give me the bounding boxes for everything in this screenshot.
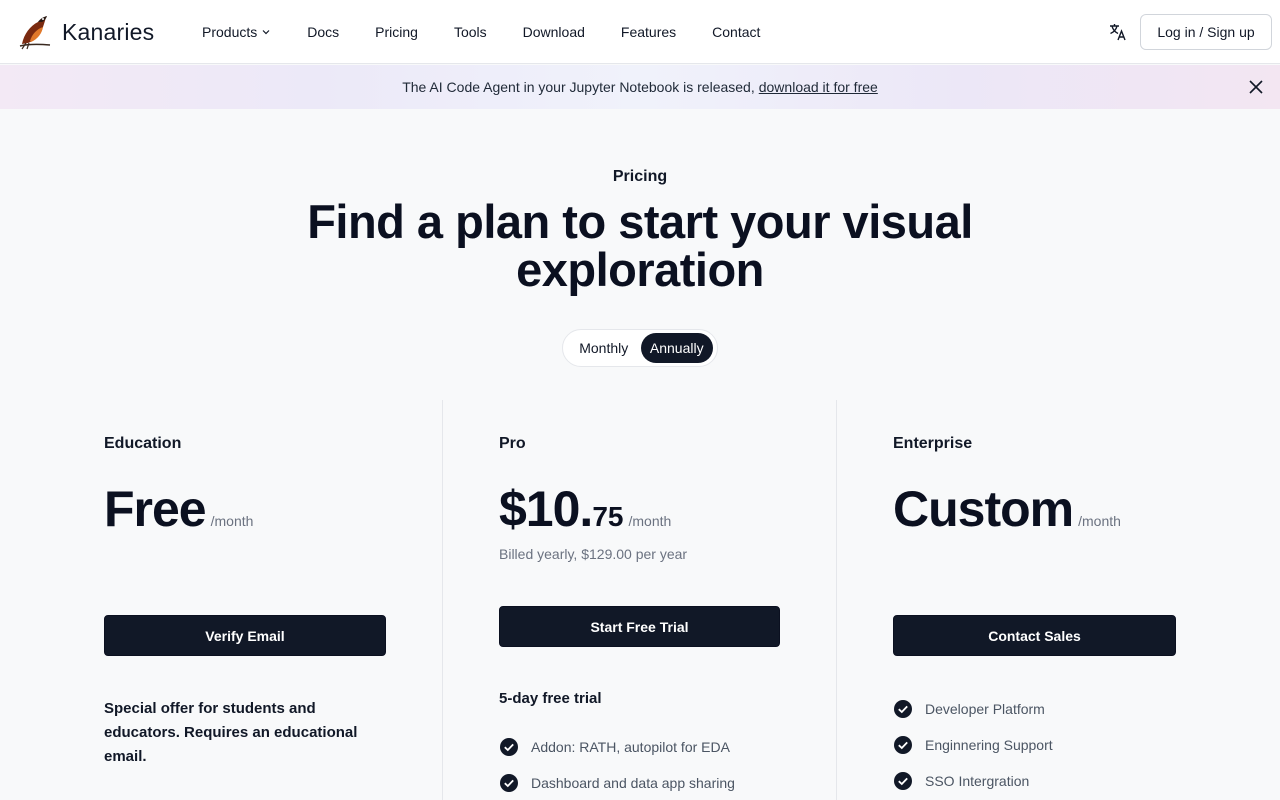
contact-sales-button[interactable]: Contact Sales bbox=[893, 615, 1176, 656]
nav-tools[interactable]: Tools bbox=[436, 0, 505, 64]
verify-email-button[interactable]: Verify Email bbox=[104, 615, 386, 656]
feature-item: Addon: RATH, autopilot for EDA bbox=[499, 729, 735, 765]
plan-description: Special offer for students and educators… bbox=[104, 700, 358, 765]
feature-label: Enginnering Support bbox=[925, 737, 1053, 753]
check-circle-icon bbox=[894, 700, 912, 718]
plan-price: Free /month bbox=[104, 480, 253, 538]
translate-icon bbox=[1110, 24, 1126, 41]
nav-pricing[interactable]: Pricing bbox=[357, 0, 436, 64]
banner-text: The AI Code Agent in your Jupyter Notebo… bbox=[402, 79, 755, 95]
price-amount: Free bbox=[104, 481, 207, 537]
feature-label: SSO Intergration bbox=[925, 773, 1030, 789]
toggle-monthly[interactable]: Monthly bbox=[567, 333, 641, 363]
nav-features[interactable]: Features bbox=[603, 0, 694, 64]
banner-download-link[interactable]: download it for free bbox=[759, 79, 878, 95]
plan-divider bbox=[442, 400, 443, 800]
login-signup-button[interactable]: Log in / Sign up bbox=[1140, 14, 1272, 50]
announcement-banner: The AI Code Agent in your Jupyter Notebo… bbox=[0, 65, 1280, 109]
feature-item: Developer Platform bbox=[893, 691, 1053, 727]
check-circle-icon bbox=[894, 736, 912, 754]
feature-item: Enginnering Support bbox=[893, 727, 1053, 763]
feature-label: Dashboard and data app sharing bbox=[531, 775, 735, 791]
feature-list: Addon: RATH, autopilot for EDA Dashboard… bbox=[499, 729, 735, 800]
price-amount: $10. bbox=[499, 481, 593, 537]
price-period: /month bbox=[210, 513, 254, 529]
language-switch-button[interactable] bbox=[1106, 20, 1130, 44]
nav-products-label: Products bbox=[202, 24, 258, 40]
toggle-annually[interactable]: Annually bbox=[640, 333, 713, 363]
brand-name: Kanaries bbox=[62, 18, 155, 45]
main-nav: Products Docs Pricing Tools Download Fea… bbox=[184, 0, 778, 64]
plan-name: Education bbox=[104, 435, 182, 452]
feature-list: Developer Platform Enginnering Support S… bbox=[893, 691, 1053, 799]
check-circle-icon bbox=[894, 772, 912, 790]
plan-card-pro: Pro $10. 75 /month Billed yearly, $129.0… bbox=[499, 400, 799, 800]
plan-name: Enterprise bbox=[893, 435, 973, 452]
banner-close-button[interactable] bbox=[1246, 77, 1266, 97]
plan-price: $10. 75 /month bbox=[499, 480, 671, 538]
price-period: /month bbox=[628, 513, 672, 529]
bird-logo-icon bbox=[19, 16, 51, 50]
plan-card-education: Education Free /month Verify Email Speci… bbox=[104, 400, 404, 800]
plan-price: Custom /month bbox=[893, 480, 1121, 538]
price-period: /month bbox=[1078, 513, 1121, 529]
feature-label: Addon: RATH, autopilot for EDA bbox=[531, 739, 730, 755]
billing-note: Billed yearly, $129.00 per year bbox=[499, 546, 688, 562]
chevron-down-icon bbox=[262, 30, 270, 35]
billing-period-toggle: Monthly Annually bbox=[562, 329, 718, 367]
plan-divider bbox=[836, 400, 837, 800]
nav-docs[interactable]: Docs bbox=[289, 0, 357, 64]
page-title: Find a plan to start your visual explora… bbox=[307, 195, 973, 296]
section-eyebrow: Pricing bbox=[612, 168, 668, 185]
price-cents: 75 bbox=[592, 501, 624, 532]
feature-item: SSO Intergration bbox=[893, 763, 1053, 799]
plan-name: Pro bbox=[499, 435, 526, 452]
nav-download[interactable]: Download bbox=[505, 0, 603, 64]
close-icon bbox=[1249, 80, 1263, 94]
plan-description: 5-day free trial bbox=[499, 690, 602, 707]
feature-item: Dashboard and data app sharing bbox=[499, 765, 735, 800]
price-amount: Custom bbox=[893, 481, 1074, 537]
top-navbar: Kanaries Products Docs Pricing Tools Dow… bbox=[0, 0, 1280, 64]
nav-products[interactable]: Products bbox=[184, 0, 289, 64]
nav-contact[interactable]: Contact bbox=[694, 0, 778, 64]
start-free-trial-button[interactable]: Start Free Trial bbox=[499, 606, 780, 647]
feature-label: Developer Platform bbox=[925, 701, 1045, 717]
check-circle-icon bbox=[500, 774, 518, 792]
brand-home-link[interactable]: Kanaries bbox=[16, 14, 154, 50]
check-circle-icon bbox=[500, 738, 518, 756]
plan-card-enterprise: Enterprise Custom /month Contact Sales D… bbox=[893, 400, 1193, 800]
